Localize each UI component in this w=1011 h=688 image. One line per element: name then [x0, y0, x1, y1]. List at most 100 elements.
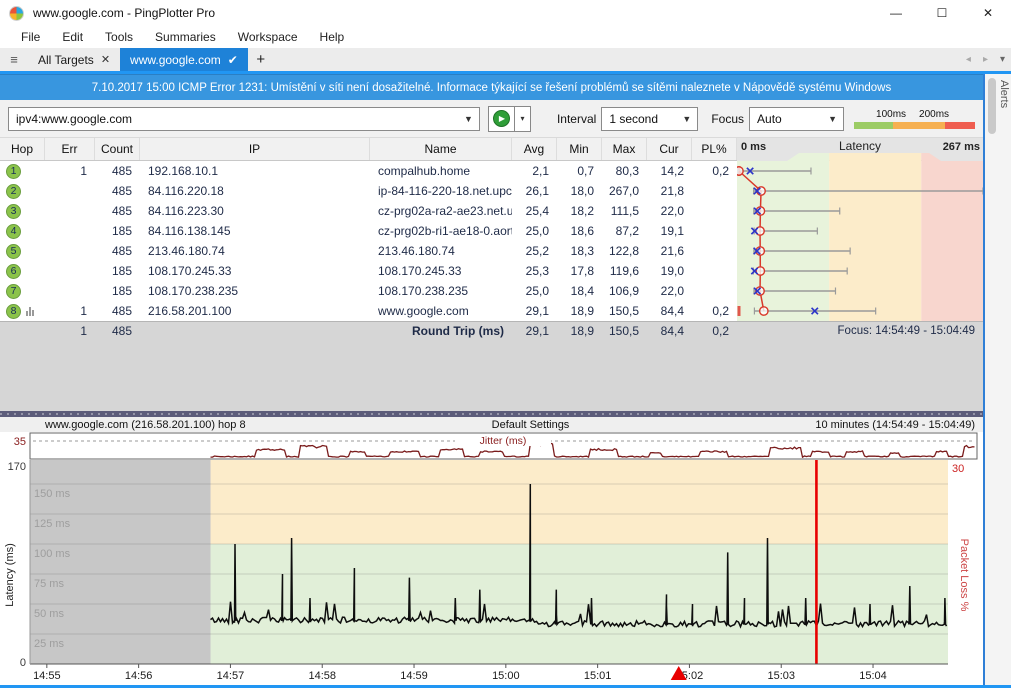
column-header-cur[interactable]: Cur — [647, 138, 692, 160]
chevron-down-icon[interactable]: ▼ — [676, 114, 697, 124]
hop-name: 108.170.245.33 — [370, 261, 512, 281]
legend-green-segment — [854, 122, 893, 129]
hop-err — [45, 201, 95, 221]
hop-pl — [692, 221, 737, 241]
jitter-graph: 35Jitter (ms) — [0, 432, 983, 460]
hop-count: 485 — [95, 241, 140, 261]
minimize-button[interactable]: — — [873, 0, 919, 26]
hop-ip: 108.170.238.235 — [140, 281, 370, 301]
alert-banner: 7.10.2017 15:00 ICMP Error 1231: Umístěn… — [0, 74, 983, 100]
tab-www-google-com[interactable]: www.google.com ✔ — [120, 48, 248, 71]
hop-number-badge: 5 — [6, 244, 21, 259]
hop-count: 185 — [95, 281, 140, 301]
column-header-max[interactable]: Max — [602, 138, 647, 160]
hop-max: 80,3 — [602, 161, 647, 181]
hop-cur: 84,4 — [647, 301, 692, 321]
hop-min: 18,2 — [557, 201, 602, 221]
tab-active-label: www.google.com — [130, 53, 221, 67]
hop-number-badge: 2 — [6, 184, 21, 199]
rt-min: 18,9 — [557, 322, 602, 341]
trace-empty-area — [0, 341, 983, 411]
hop-pl — [692, 181, 737, 201]
legend-red-segment — [945, 122, 975, 129]
hop-number-badge: 6 — [6, 264, 21, 279]
close-button[interactable]: ✕ — [965, 0, 1011, 26]
hop-number-badge: 8 — [6, 304, 21, 319]
svg-text:14:59: 14:59 — [400, 670, 428, 681]
interval-combobox[interactable]: 1 second ▼ — [601, 107, 698, 131]
timegraph-target-label: www.google.com (216.58.201.100) hop 8 — [45, 419, 246, 431]
hop-avg: 29,1 — [512, 301, 557, 321]
alerts-tab[interactable]: Alerts — [998, 80, 1010, 108]
column-header-pl[interactable]: PL% — [692, 138, 737, 160]
column-header-min[interactable]: Min — [557, 138, 602, 160]
tab-close-icon[interactable]: ✕ — [101, 53, 110, 66]
tab-scroll-left-icon[interactable]: ◂ — [966, 54, 971, 65]
hop-max: 150,5 — [602, 301, 647, 321]
svg-text:35: 35 — [14, 436, 26, 448]
focus-label: Focus — [711, 112, 744, 126]
start-trace-button[interactable]: ▶ — [488, 106, 515, 132]
svg-text:125 ms: 125 ms — [34, 518, 71, 530]
column-header-name[interactable]: Name — [370, 138, 512, 160]
hop-count: 185 — [95, 261, 140, 281]
hop-min: 18,9 — [557, 301, 602, 321]
svg-text:0 ms: 0 ms — [741, 141, 766, 153]
column-header-ip[interactable]: IP — [140, 138, 370, 160]
hop-count: 485 — [95, 181, 140, 201]
maximize-button[interactable]: ☐ — [919, 0, 965, 26]
svg-text:Latency (ms): Latency (ms) — [4, 543, 16, 607]
menu-tools[interactable]: Tools — [94, 30, 144, 44]
target-combobox[interactable]: ipv4:www.google.com ▼ — [8, 107, 480, 131]
chevron-down-icon[interactable]: ▼ — [458, 114, 479, 124]
rt-pl: 0,2 — [692, 322, 737, 341]
hop-cur: 21,6 — [647, 241, 692, 261]
tab-list-dropdown-icon[interactable]: ▾ — [1000, 54, 1005, 65]
menu-workspace[interactable]: Workspace — [227, 30, 309, 44]
menu-summaries[interactable]: Summaries — [144, 30, 227, 44]
latency-color-legend: 100ms 200ms — [854, 109, 975, 129]
bar-chart-icon — [26, 306, 34, 316]
svg-text:15:01: 15:01 — [584, 670, 612, 681]
hop-name: cz-prg02b-ri1-ae18-0.aort — [370, 221, 512, 241]
rt-err: 1 — [45, 322, 95, 341]
tab-all-targets[interactable]: All Targets ✕ — [28, 48, 120, 71]
tab-scroll-controls: ◂ ▸ ▾ — [966, 48, 1005, 71]
hop-avg: 25,0 — [512, 281, 557, 301]
hop-number-badge: 1 — [6, 164, 21, 179]
new-tab-button[interactable]: + — [248, 48, 274, 71]
legend-100ms-label: 100ms — [876, 109, 906, 122]
hop-name: compalhub.home — [370, 161, 512, 181]
hop-max: 106,9 — [602, 281, 647, 301]
start-trace-dropdown[interactable]: ▾ — [515, 106, 531, 132]
hamburger-icon[interactable]: ≡ — [0, 48, 28, 71]
column-header-avg[interactable]: Avg — [512, 138, 557, 160]
hop-ip: 84.116.138.145 — [140, 221, 370, 241]
menu-bar: FileEditToolsSummariesWorkspaceHelp — [0, 26, 1011, 48]
column-header-count[interactable]: Count — [95, 138, 140, 160]
hop-ip: 192.168.10.1 — [140, 161, 370, 181]
column-header-hop[interactable]: Hop — [0, 138, 45, 160]
menu-help[interactable]: Help — [309, 30, 356, 44]
svg-text:Packet Loss %: Packet Loss % — [958, 539, 970, 612]
timeline-graph[interactable]: 150 ms125 ms100 ms75 ms50 ms25 ms14:5514… — [0, 460, 983, 681]
chevron-down-icon[interactable]: ▼ — [822, 114, 843, 124]
round-trip-row: 1 485 Round Trip (ms) 29,1 18,9 150,5 84… — [0, 321, 983, 341]
svg-text:25 ms: 25 ms — [34, 638, 64, 650]
tab-scroll-right-icon[interactable]: ▸ — [983, 54, 988, 65]
menu-edit[interactable]: Edit — [51, 30, 94, 44]
column-header-err[interactable]: Err — [45, 138, 95, 160]
hop-number-badge: 3 — [6, 204, 21, 219]
timeline-graph-wrap: 150 ms125 ms100 ms75 ms50 ms25 ms14:5514… — [0, 460, 983, 681]
focus-combobox[interactable]: Auto ▼ — [749, 107, 844, 131]
rt-label: Round Trip (ms) — [370, 322, 512, 341]
alerts-scrollbar-thumb[interactable] — [988, 78, 996, 134]
svg-text:50 ms: 50 ms — [34, 608, 64, 620]
hop-err — [45, 181, 95, 201]
title-bar: www.google.com - PingPlotter Pro — ☐ ✕ — [0, 0, 1011, 26]
hop-name: 108.170.238.235 — [370, 281, 512, 301]
svg-text:100 ms: 100 ms — [34, 548, 71, 560]
svg-text:Latency: Latency — [839, 139, 881, 153]
hop-cur: 21,8 — [647, 181, 692, 201]
menu-file[interactable]: File — [10, 30, 51, 44]
